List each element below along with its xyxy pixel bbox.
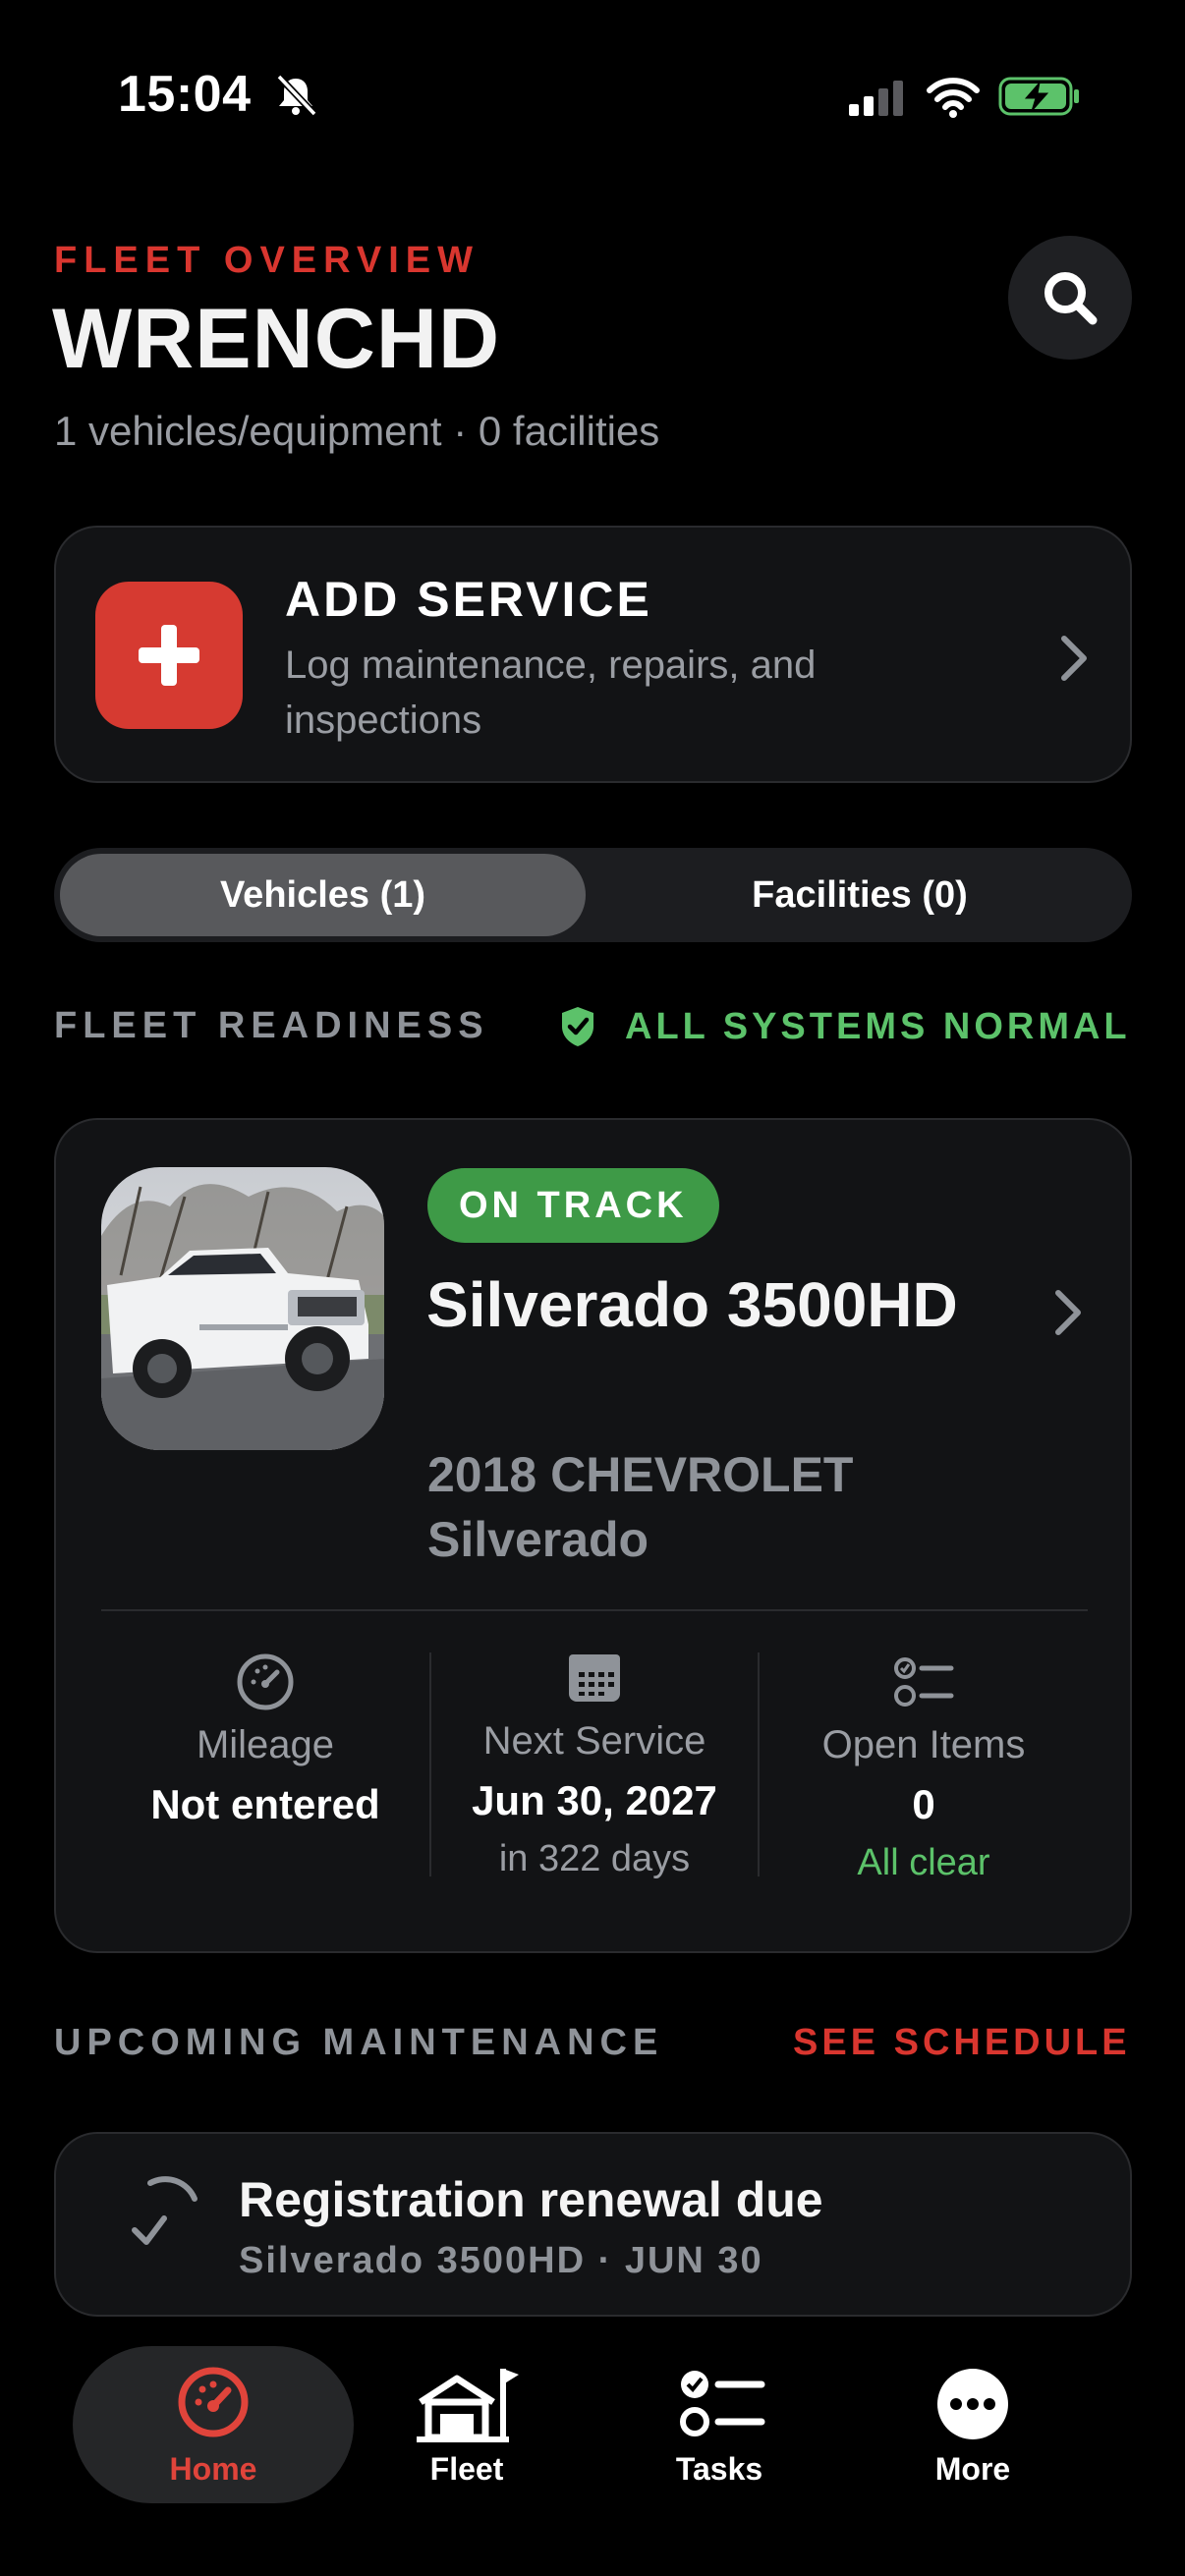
vehicle-name: Silverado 3500HD (426, 1269, 958, 1340)
add-service-card[interactable]: ADD SERVICE Log maintenance, repairs, an… (54, 526, 1132, 783)
tab-fleet-label: Fleet (429, 2450, 504, 2487)
chevron-right-icon (1061, 636, 1087, 681)
stat-open-items: Open Items 0 All clear (760, 1651, 1088, 1884)
maintenance-item-title: Registration renewal due (239, 2172, 823, 2227)
search-button[interactable] (1008, 236, 1132, 360)
see-schedule-link[interactable]: SEE SCHEDULE (793, 2022, 1131, 2064)
plus-icon (95, 582, 243, 729)
stat-next-service-countdown: in 322 days (498, 1838, 691, 1879)
page-eyebrow: FLEET OVERVIEW (54, 240, 480, 281)
status-bar: 15:04 (0, 0, 1185, 187)
more-icon (937, 2368, 1008, 2439)
cellular-signal-icon (849, 81, 903, 116)
fleet-readiness-heading: FLEET READINESS (54, 1005, 489, 1046)
maintenance-item[interactable]: Registration renewal due Silverado 3500H… (54, 2132, 1132, 2317)
readiness-status: ALL SYSTEMS NORMAL (558, 1005, 1131, 1048)
checklist-icon (894, 1657, 954, 1707)
wifi-icon (927, 78, 980, 118)
tab-tasks[interactable]: Tasks (639, 2346, 800, 2503)
stat-open-items-note: All clear (857, 1842, 990, 1883)
tab-more-label: More (934, 2450, 1011, 2487)
calendar-icon (569, 1654, 620, 1702)
tab-bar: Home Fleet Tasks More (0, 2328, 1185, 2576)
readiness-status-text: ALL SYSTEMS NORMAL (625, 1005, 1131, 1047)
fleet-summary: 1 vehicles/equipment · 0 facilities (54, 408, 660, 454)
stat-open-items-label: Open Items (821, 1723, 1026, 1766)
speedometer-icon (178, 2367, 249, 2436)
tab-vehicles[interactable]: Vehicles (1) (60, 854, 586, 936)
speedometer-icon (237, 1653, 294, 1710)
status-badge: ON TRACK (427, 1168, 719, 1243)
progress-check-icon (132, 2176, 198, 2245)
vehicle-photo (101, 1167, 384, 1450)
tab-home[interactable]: Home (73, 2346, 354, 2503)
card-divider (101, 1609, 1088, 1611)
upcoming-maintenance-heading: UPCOMING MAINTENANCE (54, 2022, 664, 2063)
tab-more[interactable]: More (892, 2346, 1053, 2503)
tab-facilities[interactable]: Facilities (0) (593, 854, 1126, 936)
vehicle-make-model: 2018 CHEVROLET Silverado (427, 1447, 854, 1567)
stat-mileage-label: Mileage (196, 1723, 335, 1766)
checklist-icon (680, 2370, 765, 2436)
shield-check-icon (562, 1007, 593, 1046)
search-icon (1044, 272, 1098, 325)
stat-next-service-label: Next Service (482, 1719, 706, 1763)
stat-next-service: Next Service Jun 30, 2027 in 322 days (430, 1647, 759, 1880)
stat-next-service-value: Jun 30, 2027 (472, 1777, 717, 1823)
maintenance-item-subtitle: Silverado 3500HD · JUN 30 (239, 2240, 763, 2281)
vehicle-card[interactable]: ON TRACK Silverado 3500HD 2018 CHEVROLET… (54, 1118, 1132, 1953)
garage-flag-icon (417, 2368, 519, 2442)
tab-fleet[interactable]: Fleet (386, 2346, 547, 2503)
asset-type-segmented-control: Vehicles (1) Facilities (0) (54, 848, 1132, 942)
add-service-title: ADD SERVICE (285, 572, 652, 627)
bell-slash-icon (276, 74, 317, 117)
stat-mileage-value: Not entered (150, 1781, 380, 1827)
battery-charging-icon (998, 77, 1079, 116)
tab-tasks-label: Tasks (675, 2450, 763, 2487)
stat-mileage: Mileage Not entered (101, 1651, 429, 1828)
add-service-description: Log maintenance, repairs, and inspection… (285, 644, 817, 742)
chevron-right-icon (1055, 1290, 1081, 1335)
tab-home-label: Home (169, 2450, 257, 2487)
stat-open-items-value: 0 (912, 1781, 935, 1827)
status-time: 15:04 (118, 66, 252, 123)
page-title: WRENCHD (52, 292, 501, 386)
